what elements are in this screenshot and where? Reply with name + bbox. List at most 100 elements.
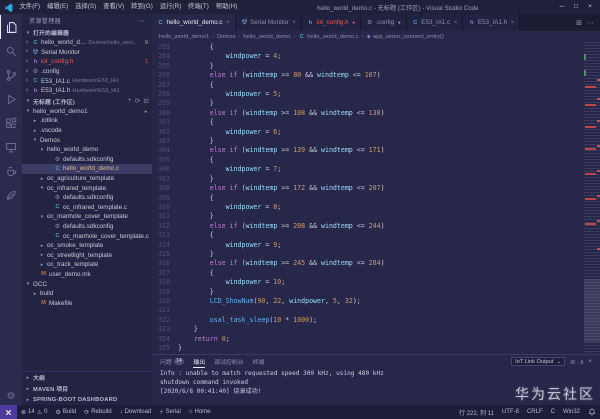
workspace-header[interactable]: ▾ 无标题 (工作区) + ⟳ ⊟: [22, 96, 152, 107]
cursor-position[interactable]: 行 222, 列 11: [455, 408, 498, 417]
explorer-icon[interactable]: [0, 15, 22, 39]
tree-item[interactable]: ▾ hello_world_demo: [22, 145, 152, 155]
close-icon[interactable]: ×: [292, 20, 296, 26]
tree-item[interactable]: ▾ hello_world_demo1 ●: [22, 107, 152, 117]
sidebar-section-spring-boot-dashboard[interactable]: ▸ SPRING-BOOT DASHBOARD: [22, 394, 152, 405]
more-actions-icon[interactable]: ⋯: [587, 19, 594, 27]
menu-item[interactable]: 终端(T): [185, 0, 213, 14]
statusbar-download-button[interactable]: ↓ Download: [116, 409, 156, 415]
tree-item[interactable]: ▸ .vscode: [22, 126, 152, 136]
tree-item[interactable]: Coc_manhole_cover_template.c: [22, 231, 152, 241]
tree-item[interactable]: ▾ oc_infrared_template: [22, 183, 152, 193]
statusbar-build-button[interactable]: ⚙ Build: [51, 409, 80, 416]
tree-item[interactable]: ▸ .iotlink: [22, 116, 152, 126]
open-editor-item[interactable]: × C E53_IA1.c Hardware\E53_IA1: [22, 76, 152, 86]
tree-item[interactable]: ▸ oc_agriculture_template: [22, 174, 152, 184]
close-icon[interactable]: ×: [454, 20, 458, 26]
close-icon[interactable]: ×: [24, 78, 30, 84]
editor-tab[interactable]: Chello_world_demo.c ×: [152, 14, 236, 31]
modified-dot-icon[interactable]: ●: [352, 20, 355, 26]
new-file-icon[interactable]: +: [128, 97, 132, 105]
close-icon[interactable]: ×: [511, 20, 515, 26]
settings-gear-icon[interactable]: ⚙: [0, 391, 22, 402]
output-channel-select[interactable]: IoT Link Output ⌄: [511, 357, 565, 366]
modified-dot-icon[interactable]: ●: [398, 20, 401, 26]
statusbar-home-button[interactable]: ⌂ Home: [185, 409, 215, 415]
editor-tab[interactable]: h E53_IA1.h ×: [463, 14, 521, 31]
run-debug-icon[interactable]: [0, 87, 22, 111]
tree-item[interactable]: ▾ GCC: [22, 279, 152, 289]
panel-tab[interactable]: 终端: [253, 355, 265, 368]
breadcrumb-item[interactable]: Chello_world_demo.c: [298, 34, 359, 40]
tree-item[interactable]: ▸ oc_smoke_template: [22, 241, 152, 251]
collapse-all-icon[interactable]: ⊟: [143, 97, 149, 105]
tree-item[interactable]: Coc_infrared_template.c: [22, 203, 152, 213]
menu-item[interactable]: 文件(F): [16, 0, 44, 14]
close-icon[interactable]: ×: [226, 20, 230, 26]
spring-boot-icon[interactable]: [0, 183, 22, 207]
remote-explorer-icon[interactable]: [0, 135, 22, 159]
tree-item[interactable]: ⚙ defaults.sdkconfig: [22, 222, 152, 232]
split-editor-icon[interactable]: ⊞: [576, 19, 582, 27]
open-editor-item[interactable]: × h E53_IA1.h Hardware\E53_IA1: [22, 86, 152, 96]
open-editor-item[interactable]: × Serial Monitor: [22, 48, 152, 58]
extensions-icon[interactable]: [0, 111, 22, 135]
tree-item[interactable]: ▾ oc_manhole_cover_template: [22, 212, 152, 222]
encoding[interactable]: UTF-8: [498, 409, 523, 415]
editor-tab[interactable]: C E53_IA1.c ×: [406, 14, 464, 31]
platform[interactable]: Win32: [559, 409, 584, 415]
tree-item[interactable]: Chello_world_demo.c: [22, 164, 152, 174]
clear-output-icon[interactable]: ⊘: [570, 358, 575, 366]
close-icon[interactable]: ×: [24, 49, 30, 55]
editor-tab[interactable]: Serial Monitor ×: [235, 14, 302, 31]
source-control-icon[interactable]: [0, 63, 22, 87]
menu-item[interactable]: 运行(R): [156, 0, 184, 14]
close-icon[interactable]: ×: [24, 59, 30, 65]
breadcrumb-item[interactable]: ◈ app_senor_connect_entry(): [367, 34, 444, 40]
open-editor-item[interactable]: ×Chello_world_demo.cDemos\hello_world_de…: [22, 38, 152, 48]
remote-indicator[interactable]: [0, 405, 17, 419]
tree-item[interactable]: ⚙ defaults.sdkconfig: [22, 155, 152, 165]
breadcrumb-item[interactable]: hello_world_demo: [243, 34, 290, 40]
notifications-bell-icon[interactable]: [584, 408, 600, 416]
tree-item[interactable]: ▸ oc_streetlight_template: [22, 250, 152, 260]
open-editors-header[interactable]: ▾ 打开的编辑器: [22, 27, 152, 38]
close-panel-icon[interactable]: ×: [588, 358, 592, 366]
minimize-icon[interactable]: ─: [555, 0, 569, 14]
editor-tab[interactable]: ⚙ .config ●: [361, 14, 407, 31]
language-mode[interactable]: C: [547, 409, 559, 415]
java-projects-icon[interactable]: [0, 159, 22, 183]
tree-item[interactable]: ▸ build: [22, 289, 152, 299]
code-editor[interactable]: 293 {294 windpower = 4; 295 } 296 else if …: [152, 42, 584, 354]
panel-tab[interactable]: 调试控制台: [214, 355, 243, 368]
menu-item[interactable]: 帮助(H): [212, 0, 240, 14]
menu-item[interactable]: 查看(V): [100, 0, 128, 14]
close-icon[interactable]: ×: [24, 88, 30, 94]
maximize-icon[interactable]: □: [569, 0, 583, 14]
minimap[interactable]: [584, 42, 600, 354]
menu-item[interactable]: 转到(G): [128, 0, 157, 14]
tree-item[interactable]: ▾ Demos: [22, 135, 152, 145]
statusbar-serial-button[interactable]: ⚡ Serial: [155, 409, 185, 416]
search-icon[interactable]: [0, 39, 22, 63]
tree-item[interactable]: ⚙ defaults.sdkconfig: [22, 193, 152, 203]
open-editor-item[interactable]: × h iot_config.h 1: [22, 57, 152, 67]
tree-item[interactable]: M Makefile: [22, 298, 152, 308]
breadcrumb-item[interactable]: hello_world_demo1: [159, 34, 209, 40]
close-icon[interactable]: ×: [583, 0, 597, 14]
sidebar-section--[interactable]: ▸ 大纲: [22, 372, 152, 383]
sidebar-section-maven-[interactable]: ▸ MAVEN 项目: [22, 383, 152, 394]
breadcrumb-item[interactable]: Demos: [217, 34, 235, 40]
close-icon[interactable]: ×: [24, 69, 30, 75]
maximize-panel-icon[interactable]: ∧: [579, 358, 584, 366]
eol-sequence[interactable]: CRLF: [523, 409, 547, 415]
menu-item[interactable]: 编辑(E): [44, 0, 72, 14]
open-editor-item[interactable]: × ⚙ .config: [22, 67, 152, 77]
problems-status[interactable]: ⊗ 14 ⚠ 0: [17, 409, 51, 416]
more-actions-icon[interactable]: ⋯: [138, 17, 145, 25]
panel-tab[interactable]: 输出: [193, 355, 206, 368]
panel-tab[interactable]: 问题 14: [160, 355, 185, 368]
tree-item[interactable]: Muser_demo.mk: [22, 270, 152, 280]
editor-tab[interactable]: h iot_config.h ●: [301, 14, 362, 31]
refresh-icon[interactable]: ⟳: [135, 97, 141, 105]
